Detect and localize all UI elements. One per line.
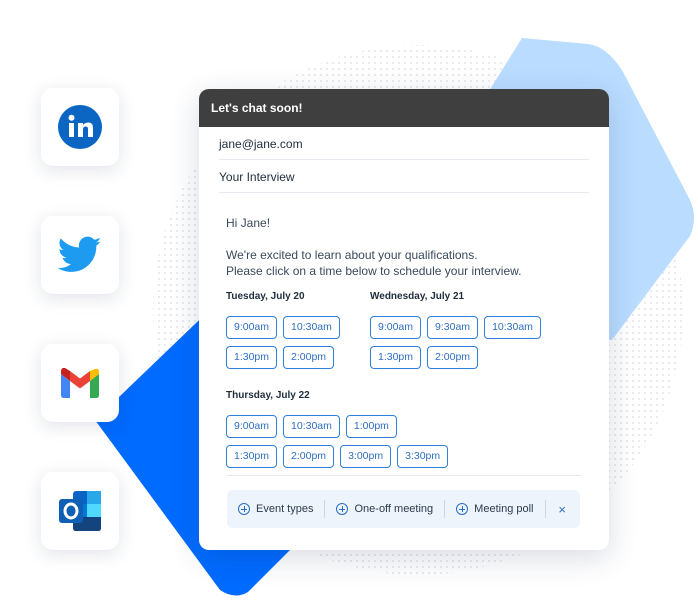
day-block-wednesday: Wednesday, July 21 9:00am 9:30am 10:30am… [370,291,541,369]
day-block-tuesday: Tuesday, July 20 9:00am 10:30am 1:30pm 2… [226,291,340,369]
slot-row: 1:30pm 2:00pm [226,346,340,369]
time-slot-button[interactable]: 2:00pm [427,346,479,369]
time-slot-button[interactable]: 10:30am [283,316,340,339]
outlook-icon [59,491,101,531]
time-slot-button[interactable]: 2:00pm [283,445,335,468]
day-title: Thursday, July 22 [226,390,310,401]
gmail-icon [61,368,99,398]
subject-field[interactable]: Your Interview [219,160,589,193]
scheduling-toolbar: Event types One-off meeting Meeting poll… [227,490,580,528]
linkedin-tile[interactable] [41,88,119,166]
day-title: Wednesday, July 21 [370,291,465,302]
message-line-1: We're excited to learn about your qualif… [226,248,478,262]
time-slot-button[interactable]: 9:30am [427,316,479,339]
time-slot-button[interactable]: 3:00pm [340,445,392,468]
meeting-poll-label: Meeting poll [474,503,534,515]
one-off-meeting-button[interactable]: One-off meeting [325,503,444,515]
day-title: Tuesday, July 20 [226,291,305,302]
greeting-text: Hi Jane! [226,216,271,230]
toolbar-separator [544,500,546,518]
plus-circle-icon [456,503,469,515]
time-slot-button[interactable]: 3:30pm [397,445,449,468]
event-types-label: Event types [256,503,314,515]
slot-row: 9:00am 10:30am [226,316,340,339]
twitter-tile[interactable] [41,216,119,294]
day-block-thursday: Thursday, July 22 9:00am 10:30am 1:00pm … [226,390,449,468]
email-compose-card: Let's chat soon! jane@jane.com Your Inte… [199,89,609,550]
card-title: Let's chat soon! [199,89,609,127]
slot-row: 1:30pm 2:00pm 3:00pm 3:30pm [226,445,449,468]
to-field[interactable]: jane@jane.com [219,127,589,160]
close-icon[interactable]: × [558,502,566,517]
slot-row: 9:00am 9:30am 10:30am [370,316,541,339]
email-body[interactable]: Hi Jane! We're excited to learn about yo… [199,216,609,279]
divider [226,475,582,476]
gmail-tile[interactable] [41,344,119,422]
time-slot-button[interactable]: 9:00am [370,316,422,339]
twitter-icon [58,236,102,272]
plus-circle-icon [238,503,250,515]
brand-logo-fragment [0,0,104,8]
message-line-2: Please click on a time below to schedule… [226,264,522,278]
time-slot-button[interactable]: 9:00am [226,415,278,438]
time-slot-button[interactable]: 1:30pm [370,346,422,369]
time-slot-button[interactable]: 9:00am [226,316,278,339]
outlook-tile[interactable] [41,472,119,550]
time-slot-button[interactable]: 1:30pm [226,346,278,369]
linkedin-icon [58,105,102,149]
plus-circle-icon [336,503,349,515]
one-off-meeting-label: One-off meeting [354,503,434,515]
time-slot-button[interactable]: 10:30am [484,316,541,339]
time-slot-button[interactable]: 2:00pm [283,346,335,369]
slot-row: 1:30pm 2:00pm [370,346,541,369]
time-slot-button[interactable]: 10:30am [283,415,340,438]
time-slot-button[interactable]: 1:30pm [226,445,278,468]
slot-row: 9:00am 10:30am 1:00pm [226,415,448,438]
time-slot-button[interactable]: 1:00pm [345,415,397,438]
event-types-button[interactable]: Event types [227,503,324,515]
meeting-poll-button[interactable]: Meeting poll [445,503,544,515]
